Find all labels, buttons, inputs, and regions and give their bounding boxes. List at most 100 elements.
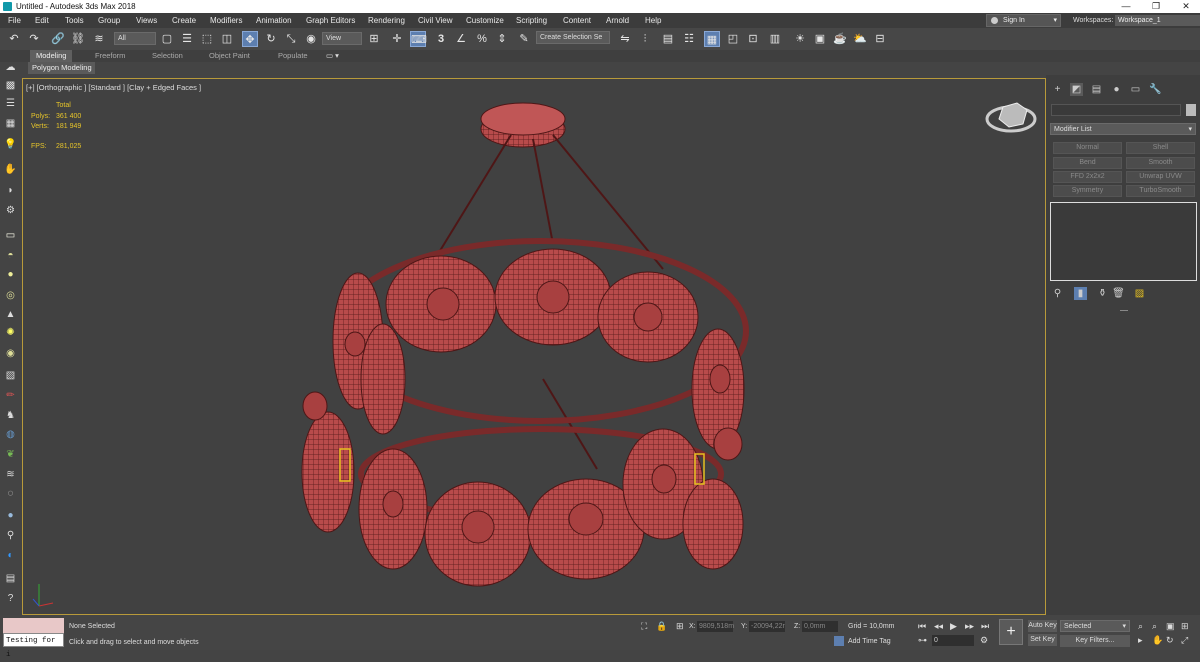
- menu-edit[interactable]: Edit: [35, 13, 49, 28]
- isolate-icon[interactable]: ⛶: [641, 621, 647, 632]
- z-coordinate-field[interactable]: 0,0mm: [802, 621, 838, 632]
- render-iterative-icon[interactable]: ⛅: [852, 31, 868, 47]
- selection-filter-dropdown[interactable]: All: [114, 32, 156, 45]
- menu-file[interactable]: File: [8, 13, 21, 28]
- render-setup-icon[interactable]: ☀: [792, 31, 808, 47]
- torus-icon[interactable]: ◎: [3, 289, 18, 302]
- maxscript-listener-input[interactable]: Testing for i: [3, 633, 64, 659]
- tab-populate[interactable]: Populate: [278, 50, 308, 62]
- move-icon[interactable]: ✥: [242, 31, 258, 47]
- link-icon[interactable]: 🔗: [50, 31, 66, 47]
- render-cloud-icon[interactable]: ⊟: [872, 31, 888, 47]
- scene-explorer-icon[interactable]: ▩: [3, 79, 18, 92]
- menu-help[interactable]: Help: [645, 13, 661, 28]
- layers-left-icon[interactable]: ⚙: [3, 204, 18, 217]
- tab-object-paint[interactable]: Object Paint: [209, 50, 250, 62]
- align-icon[interactable]: ⫶: [637, 31, 653, 47]
- unlink-icon[interactable]: ⛓: [70, 31, 86, 47]
- next-frame-icon[interactable]: ▸▸: [965, 621, 974, 631]
- zoom-extents-icon[interactable]: ▣: [1166, 621, 1175, 631]
- tab-selection[interactable]: Selection: [152, 50, 183, 62]
- particle-icon[interactable]: ◐: [3, 549, 18, 562]
- snap-icon[interactable]: 3: [433, 31, 449, 47]
- polygon-modeling-panel[interactable]: Polygon Modeling: [28, 62, 95, 74]
- menu-content[interactable]: Content: [563, 13, 591, 28]
- camera-icon[interactable]: ✋: [3, 163, 18, 176]
- zoom-extents-all-icon[interactable]: ⊞: [1181, 621, 1189, 631]
- app-icon[interactable]: [3, 2, 12, 11]
- select-icon[interactable]: ▢: [159, 31, 175, 47]
- ref-coord-dropdown[interactable]: View: [322, 32, 362, 45]
- curve-editor-icon[interactable]: ◰: [725, 31, 741, 47]
- grid-icon[interactable]: ▦: [3, 117, 18, 130]
- undo-icon[interactable]: ↶: [6, 31, 22, 47]
- globe-icon[interactable]: ◍: [3, 428, 18, 441]
- spinner-snap-icon[interactable]: ⇕: [494, 31, 510, 47]
- layers-icon[interactable]: ☷: [681, 31, 697, 47]
- pin-stack-icon[interactable]: ⚲: [1051, 287, 1064, 300]
- display-tab-icon[interactable]: ▭: [1129, 83, 1142, 96]
- schematic-icon[interactable]: ⊡: [745, 31, 761, 47]
- hemisphere-icon[interactable]: ◓: [3, 249, 18, 262]
- menu-animation[interactable]: Animation: [256, 13, 292, 28]
- time-config-icon[interactable]: ⚙: [980, 635, 988, 645]
- minimize-button[interactable]: —: [1112, 0, 1140, 13]
- key-filters-button[interactable]: Key Filters...: [1060, 635, 1130, 647]
- make-unique-icon[interactable]: ⚱: [1096, 287, 1109, 300]
- maximize-viewport-icon[interactable]: ⤢: [1181, 635, 1188, 645]
- set-key-icon[interactable]: +: [999, 619, 1023, 645]
- render-frame-icon[interactable]: ▣: [812, 31, 828, 47]
- leaf-icon[interactable]: ❦: [3, 448, 18, 461]
- manipulate-icon[interactable]: ✛: [389, 31, 405, 47]
- sphere-icon[interactable]: ●: [3, 268, 18, 281]
- hierarchy-tab-icon[interactable]: ▤: [1090, 83, 1103, 96]
- pivot-icon[interactable]: ⊞: [366, 31, 382, 47]
- fov-icon[interactable]: ▸: [1138, 635, 1143, 645]
- close-button[interactable]: ✕: [1172, 0, 1200, 13]
- prev-frame-icon[interactable]: ◂◂: [934, 621, 943, 631]
- show-end-result-icon[interactable]: ▮: [1074, 287, 1087, 300]
- rotate-icon[interactable]: ↻: [263, 31, 279, 47]
- set-key-button[interactable]: Set Key: [1028, 634, 1057, 646]
- menu-scripting[interactable]: Scripting: [516, 13, 547, 28]
- time-tag-icon[interactable]: [834, 636, 844, 646]
- modifier-bend-button[interactable]: Bend: [1053, 157, 1122, 169]
- percent-snap-icon[interactable]: %: [474, 31, 490, 47]
- modifier-list-dropdown[interactable]: Modifier List ▾: [1050, 123, 1196, 135]
- motion-tab-icon[interactable]: ●: [1110, 83, 1123, 96]
- cone-icon[interactable]: ▲: [3, 308, 18, 321]
- sign-in-button[interactable]: Sign In ▾: [986, 14, 1061, 27]
- menu-modifiers[interactable]: Modifiers: [210, 13, 242, 28]
- bone-icon[interactable]: ⚲: [3, 529, 18, 542]
- modifier-normal-button[interactable]: Normal: [1053, 142, 1122, 154]
- keyboard-shortcut-icon[interactable]: ⌨: [410, 31, 427, 47]
- menu-customize[interactable]: Customize: [466, 13, 504, 28]
- add-time-tag[interactable]: Add Time Tag: [848, 638, 891, 645]
- menu-group[interactable]: Group: [98, 13, 120, 28]
- key-mode-icon[interactable]: ⊶: [918, 635, 927, 645]
- ribbon-toggle-icon[interactable]: ▦: [704, 31, 720, 47]
- remove-modifier-icon[interactable]: 🗑: [1112, 287, 1125, 300]
- modifier-stack[interactable]: [1050, 202, 1197, 281]
- modifier-symmetry-button[interactable]: Symmetry: [1053, 185, 1122, 197]
- help-icon[interactable]: ?: [3, 592, 18, 605]
- maximize-button[interactable]: ❐: [1142, 0, 1170, 13]
- menu-graph-editors[interactable]: Graph Editors: [306, 13, 355, 28]
- placement-icon[interactable]: ◉: [303, 31, 319, 47]
- scale-icon[interactable]: ⤡: [283, 31, 299, 47]
- render-icon[interactable]: ☕: [832, 31, 848, 47]
- object-color-swatch[interactable]: [1186, 104, 1196, 116]
- create-icon[interactable]: ☁: [3, 61, 18, 74]
- sun-icon[interactable]: ✺: [3, 326, 18, 339]
- zoom-all-icon[interactable]: ⌕: [1152, 621, 1157, 631]
- hair-icon[interactable]: ≋: [3, 468, 18, 481]
- x-coordinate-field[interactable]: 9809,518m: [697, 621, 734, 632]
- object-name-field[interactable]: [1051, 104, 1181, 116]
- viewport-orthographic[interactable]: [+] [Orthographic ] [Standard ] [Clay + …: [22, 78, 1046, 615]
- edit-named-selection-icon[interactable]: ✎: [516, 31, 532, 47]
- redo-icon[interactable]: ↷: [26, 31, 42, 47]
- list-icon[interactable]: ☰: [3, 97, 18, 110]
- ribbon-options-icon[interactable]: ▭ ▾: [326, 50, 339, 62]
- absolute-mode-icon[interactable]: ⊞: [676, 621, 684, 632]
- menu-arnold[interactable]: Arnold: [606, 13, 629, 28]
